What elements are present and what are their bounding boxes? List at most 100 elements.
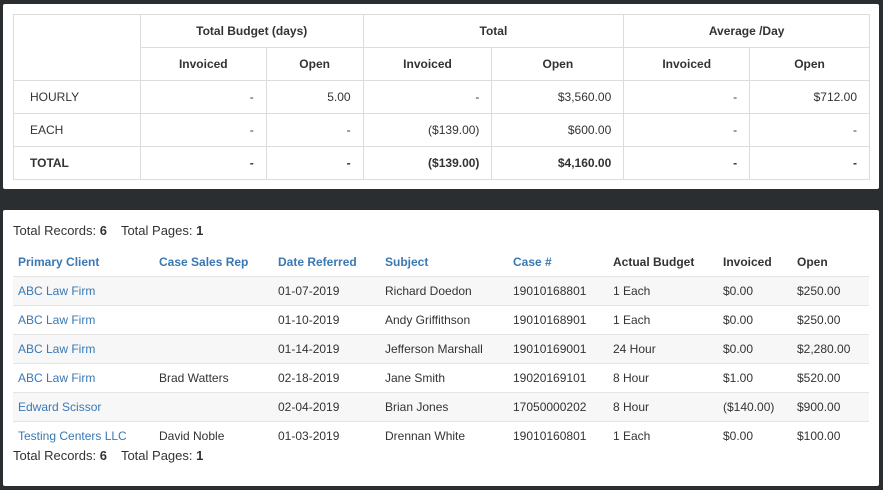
value-cell: - [623,80,751,114]
primary-client-link[interactable]: Testing Centers LLC [13,421,154,450]
value-cell: - [139,146,267,180]
case-sales-rep-cell [154,334,273,364]
group-header-total: Total [362,14,625,48]
date-referred-cell: 02-04-2019 [273,392,380,422]
value-cell: - [139,80,267,114]
column-header-actual-budget: Actual Budget [613,255,695,269]
date-referred-cell: 01-03-2019 [273,421,380,450]
actual-budget-cell: 1 Each [608,421,718,450]
invoiced-cell: $1.00 [718,363,792,393]
total-records-label: Total Records: [13,223,97,238]
table-row: ABC Law Firm 01-10-2019 Andy Griffithson… [13,305,869,335]
subheader-open: Open [749,47,870,81]
value-cell: - [623,113,751,147]
column-header-invoiced: Invoiced [723,255,772,269]
group-header-total-budget: Total Budget (days) [139,14,364,48]
subheader-invoiced: Invoiced [623,47,751,81]
invoiced-cell: $0.00 [718,421,792,450]
total-records-label: Total Records: [13,448,97,463]
total-records-value: 6 [99,448,107,463]
open-cell: $900.00 [792,392,869,422]
date-referred-cell: 01-14-2019 [273,334,380,364]
case-number-cell: 19020169101 [508,363,608,393]
row-label: EACH [13,113,141,147]
actual-budget-cell: 24 Hour [608,334,718,364]
actual-budget-cell: 8 Hour [608,392,718,422]
subject-cell: Drennan White [380,421,508,450]
summary-row-each: EACH - - ($139.00) $600.00 - - [13,113,870,147]
total-pages-label: Total Pages: [120,448,193,463]
row-label: TOTAL [13,146,141,180]
case-number-cell: 19010160801 [508,421,608,450]
records-table: Primary Client Case Sales Rep Date Refer… [13,248,869,450]
column-header-case-number[interactable]: Case # [508,248,608,277]
total-pages-value: 1 [196,223,204,238]
budget-summary-table: Total Budget (days) Total Average /Day I… [13,14,870,180]
actual-budget-cell: 1 Each [608,276,718,306]
subheader-invoiced: Invoiced [362,47,493,81]
primary-client-link[interactable]: ABC Law Firm [13,363,154,393]
value-cell: - [749,146,870,180]
value-cell: - [265,146,364,180]
table-row: ABC Law Firm 01-14-2019 Jefferson Marsha… [13,334,869,364]
invoiced-cell: $0.00 [718,334,792,364]
value-cell: 5.00 [265,80,364,114]
column-header-date-referred[interactable]: Date Referred [273,248,380,277]
primary-client-link[interactable]: ABC Law Firm [13,276,154,306]
case-number-cell: 19010168801 [508,276,608,306]
summary-panel: Total Budget (days) Total Average /Day I… [3,4,879,189]
value-cell: $3,560.00 [491,80,625,114]
total-pages-label: Total Pages: [120,223,193,238]
value-cell: - [362,80,493,114]
records-panel: Total Records: 6 Total Pages: 1 Primary C… [3,210,879,486]
value-cell: $4,160.00 [491,146,625,180]
column-header-case-sales-rep[interactable]: Case Sales Rep [154,248,273,277]
subheader-open: Open [491,47,625,81]
table-row: ABC Law Firm Brad Watters 02-18-2019 Jan… [13,363,869,393]
case-sales-rep-cell [154,276,273,306]
table-row: ABC Law Firm 01-07-2019 Richard Doedon 1… [13,276,869,306]
open-cell: $250.00 [792,276,869,306]
subject-cell: Jane Smith [380,363,508,393]
value-cell: ($139.00) [362,146,493,180]
table-row: Testing Centers LLC David Noble 01-03-20… [13,421,869,450]
value-cell: ($139.00) [362,113,493,147]
invoiced-cell: $0.00 [718,305,792,335]
summary-row-total: TOTAL - - ($139.00) $4,160.00 - - [13,146,870,180]
actual-budget-cell: 8 Hour [608,363,718,393]
total-records-value: 6 [99,223,107,238]
value-cell: - [749,113,870,147]
summary-corner-cell [13,14,141,81]
open-cell: $250.00 [792,305,869,335]
open-cell: $520.00 [792,363,869,393]
primary-client-link[interactable]: ABC Law Firm [13,334,154,364]
subheader-invoiced: Invoiced [139,47,267,81]
case-sales-rep-cell [154,392,273,422]
primary-client-link[interactable]: Edward Scissor [13,392,154,422]
column-header-subject[interactable]: Subject [380,248,508,277]
column-header-open: Open [797,255,828,269]
subject-cell: Andy Griffithson [380,305,508,335]
case-sales-rep-cell: Brad Watters [154,363,273,393]
value-cell: - [139,113,267,147]
group-header-average-day: Average /Day [623,14,870,48]
value-cell: - [265,113,364,147]
subject-cell: Jefferson Marshall [380,334,508,364]
subheader-open: Open [265,47,364,81]
value-cell: $600.00 [491,113,625,147]
actual-budget-cell: 1 Each [608,305,718,335]
invoiced-cell: $0.00 [718,276,792,306]
case-number-cell: 19010169001 [508,334,608,364]
primary-client-link[interactable]: ABC Law Firm [13,305,154,335]
case-sales-rep-cell [154,305,273,335]
record-counts-bottom: Total Records: 6 Total Pages: 1 [13,448,203,463]
subject-cell: Richard Doedon [380,276,508,306]
case-number-cell: 17050000202 [508,392,608,422]
value-cell: - [623,146,751,180]
invoiced-cell: ($140.00) [718,392,792,422]
date-referred-cell: 01-10-2019 [273,305,380,335]
date-referred-cell: 02-18-2019 [273,363,380,393]
column-header-primary-client[interactable]: Primary Client [13,248,154,277]
value-cell: $712.00 [749,80,870,114]
total-pages-value: 1 [196,448,204,463]
